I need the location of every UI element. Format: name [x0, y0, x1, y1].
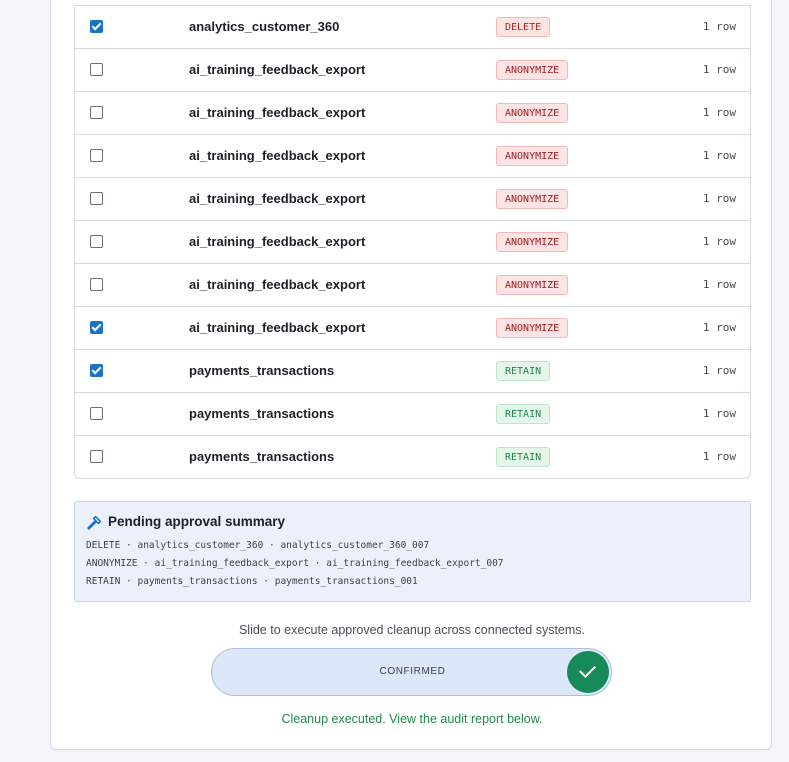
record-name: ai_training_feedback_export: [189, 234, 366, 249]
action-badge: RETAIN: [496, 404, 551, 424]
action-badge: ANONYMIZE: [496, 232, 569, 252]
slide-hint: Slide to execute approved cleanup across…: [238, 623, 586, 637]
row-checkbox[interactable]: [90, 407, 103, 420]
slider-knob-check-icon[interactable]: [567, 651, 609, 693]
row-checkbox[interactable]: [90, 192, 103, 205]
row-count: 1 row: [702, 321, 736, 334]
hammer-icon: [86, 515, 102, 531]
table-row[interactable]: ai_training_feedback_export ANONYMIZE 1 ro…: [75, 134, 750, 177]
row-checkbox[interactable]: [90, 20, 103, 33]
summary-line-retain: RETAIN · payments_transactions · payment…: [86, 576, 418, 587]
row-checkbox[interactable]: [90, 321, 103, 334]
summary-line-anonymize: ANONYMIZE · ai_training_feedback_export …: [86, 558, 504, 569]
table-row[interactable]: ai_training_feedback_export ANONYMIZE 1 ro…: [75, 48, 750, 91]
action-badge: RETAIN: [496, 447, 551, 467]
record-name: ai_training_feedback_export: [189, 277, 366, 292]
row-count: 1 row: [702, 20, 736, 33]
action-badge: ANONYMIZE: [496, 103, 569, 123]
record-name: analytics_customer_360: [189, 19, 340, 34]
record-name: ai_training_feedback_export: [189, 62, 366, 77]
table-row[interactable]: payments_transactions RETAIN 1 row: [75, 435, 750, 478]
row-count: 1 row: [702, 278, 736, 291]
table-row[interactable]: ai_training_feedback_export ANONYMIZE 1 ro…: [75, 91, 750, 134]
row-checkbox[interactable]: [90, 278, 103, 291]
summary-title: Pending approval summary: [108, 514, 286, 529]
cleanup-card: analytics_customer_360 DELETE 1 row ai_trai…: [50, 0, 772, 750]
record-name: ai_training_feedback_export: [189, 191, 366, 206]
table-row[interactable]: ai_training_feedback_export ANONYMIZE 1 ro…: [75, 306, 750, 349]
action-badge: RETAIN: [496, 361, 551, 381]
record-name: ai_training_feedback_export: [189, 105, 366, 120]
action-badge: DELETE: [496, 17, 551, 37]
row-checkbox[interactable]: [90, 106, 103, 119]
row-count: 1 row: [702, 63, 736, 76]
slider-label: CONFIRMED: [379, 666, 446, 677]
record-name: ai_training_feedback_export: [189, 148, 366, 163]
row-checkbox[interactable]: [90, 364, 103, 377]
table-row[interactable]: payments_transactions RETAIN 1 row: [75, 392, 750, 435]
record-name: payments_transactions: [189, 406, 335, 421]
row-checkbox[interactable]: [90, 450, 103, 463]
action-badge: ANONYMIZE: [496, 189, 569, 209]
row-count: 1 row: [702, 235, 736, 248]
row-count: 1 row: [702, 192, 736, 205]
approval-summary-panel: Pending approval summary DELETE · analyt…: [74, 501, 751, 602]
table-row[interactable]: ai_training_feedback_export ANONYMIZE 1 ro…: [75, 263, 750, 306]
row-count: 1 row: [702, 364, 736, 377]
row-checkbox[interactable]: [90, 63, 103, 76]
row-count: 1 row: [702, 450, 736, 463]
cleanup-done-message[interactable]: Cleanup executed. View the audit report …: [51, 712, 773, 726]
row-checkbox[interactable]: [90, 149, 103, 162]
record-name: payments_transactions: [189, 449, 335, 464]
record-name: payments_transactions: [189, 363, 335, 378]
row-checkbox[interactable]: [90, 235, 103, 248]
action-badge: ANONYMIZE: [496, 318, 569, 338]
action-badge: ANONYMIZE: [496, 146, 569, 166]
execute-slider[interactable]: CONFIRMED: [211, 648, 612, 696]
record-name: ai_training_feedback_export: [189, 320, 366, 335]
row-count: 1 row: [702, 106, 736, 119]
table-row[interactable]: payments_transactions RETAIN 1 row: [75, 349, 750, 392]
summary-line-delete: DELETE · analytics_customer_360 · analyt…: [86, 540, 430, 551]
action-badge: ANONYMIZE: [496, 275, 569, 295]
records-table: analytics_customer_360 DELETE 1 row ai_trai…: [74, 5, 751, 479]
table-row[interactable]: ai_training_feedback_export ANONYMIZE 1 ro…: [75, 177, 750, 220]
table-row[interactable]: analytics_customer_360 DELETE 1 row: [75, 5, 750, 48]
table-row[interactable]: ai_training_feedback_export ANONYMIZE 1 ro…: [75, 220, 750, 263]
action-badge: ANONYMIZE: [496, 60, 569, 80]
row-count: 1 row: [702, 407, 736, 420]
row-count: 1 row: [702, 149, 736, 162]
